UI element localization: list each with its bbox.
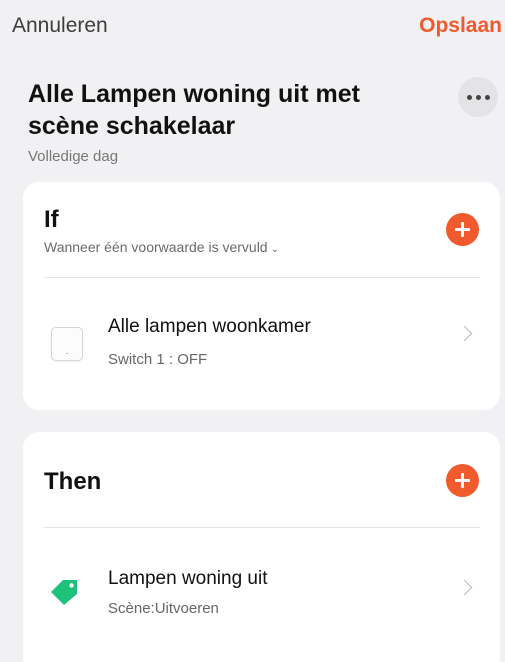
then-card: Then Lampen woning uit Scène:Uitvoeren xyxy=(23,432,500,662)
scene-title: Alle Lampen woning uit met scène schakel… xyxy=(28,80,360,140)
chevron-right-icon xyxy=(456,325,473,342)
more-options-button[interactable] xyxy=(458,77,498,117)
scene-tag-icon xyxy=(51,580,77,605)
divider xyxy=(44,277,480,278)
save-button[interactable]: Opslaan xyxy=(419,14,502,38)
chevron-down-icon: ⌄ xyxy=(270,244,279,255)
divider xyxy=(44,527,480,528)
condition-row[interactable]: Alle lampen woonkamer Switch 1 : OFF xyxy=(23,282,500,382)
add-action-button[interactable] xyxy=(446,464,479,497)
if-card: If Wanneer één voorwaarde is vervuld ⌄ Al… xyxy=(23,182,500,410)
action-row[interactable]: Lampen woning uit Scène:Uitvoeren xyxy=(23,535,500,635)
chevron-right-icon xyxy=(456,579,473,596)
condition-title: Alle lampen woonkamer xyxy=(108,316,311,337)
condition-mode-selector[interactable]: Wanneer één voorwaarde is vervuld ⌄ xyxy=(44,239,279,255)
condition-subtitle: Switch 1 : OFF xyxy=(108,351,208,368)
action-title: Lampen woning uit xyxy=(108,568,268,589)
more-horizontal-icon xyxy=(466,94,472,100)
more-dot xyxy=(475,94,481,100)
add-condition-button[interactable] xyxy=(446,213,479,246)
top-bar: Annuleren Opslaan xyxy=(0,0,505,60)
more-dot xyxy=(484,94,490,100)
action-subtitle: Scène:Uitvoeren xyxy=(108,600,219,617)
then-label: Then xyxy=(44,468,102,495)
switch-device-icon xyxy=(51,327,83,361)
scene-schedule[interactable]: Volledige dag xyxy=(28,148,118,165)
cancel-button[interactable]: Annuleren xyxy=(12,14,108,38)
device-indicator xyxy=(66,353,68,354)
condition-mode-label: Wanneer één voorwaarde is vervuld xyxy=(44,239,268,255)
if-label: If xyxy=(44,206,59,233)
